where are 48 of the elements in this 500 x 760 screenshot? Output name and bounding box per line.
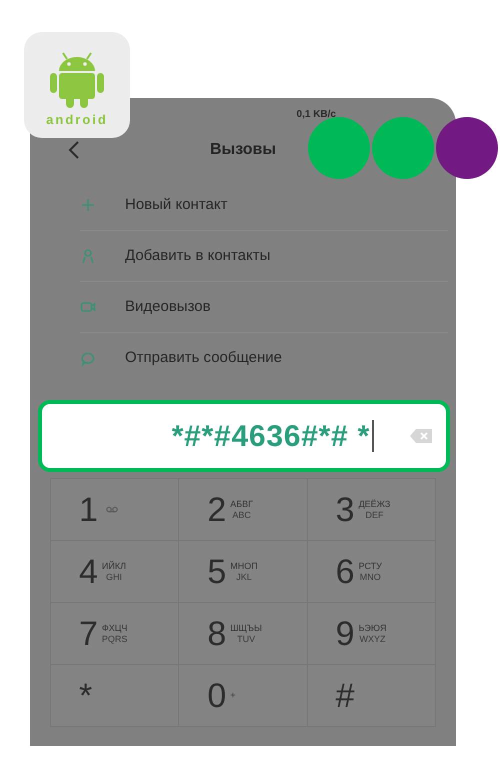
key-latin-letters: + [230, 690, 236, 701]
key-latin-letters: MNO [358, 572, 382, 582]
key-digit: 9 [336, 616, 355, 650]
menu-item[interactable]: Добавить в контакты [80, 231, 448, 282]
back-icon[interactable] [68, 140, 80, 160]
key-digit: 8 [207, 616, 226, 650]
dialed-number: *#*#4636#*# * [172, 418, 370, 454]
key-digit: 7 [79, 616, 98, 650]
key-letters: ШЩЪЫ [230, 622, 262, 634]
key-digit: * [79, 678, 92, 712]
menu-item[interactable]: Отправить сообщение [80, 333, 448, 384]
video-camera-icon [80, 299, 96, 315]
key-latin-letters: PQRS [102, 634, 128, 644]
key-latin-letters: WXYZ [358, 634, 386, 644]
key-latin-letters: GHI [104, 572, 123, 582]
key-letters: РСТУ [358, 560, 382, 572]
key-letters: ФХЦЧ [102, 622, 128, 634]
network-speed: 0,1 KB/c [296, 108, 336, 122]
logo-text: android [46, 112, 108, 126]
dial-key[interactable]: # [308, 665, 436, 727]
key-latin-letters: ABC [231, 510, 252, 520]
voicemail-icon [106, 506, 118, 513]
key-latin-letters: TUV [236, 634, 256, 644]
key-latin-letters: DEF [364, 510, 384, 520]
key-digit: 5 [207, 554, 226, 588]
speech-bubble-icon [80, 350, 96, 366]
key-digit: 6 [336, 554, 355, 588]
key-digit: 1 [79, 492, 98, 526]
menu-item[interactable]: Видеовызов [80, 282, 448, 333]
dial-input-field[interactable]: *#*#4636#*# * [38, 400, 450, 472]
plus-icon [80, 197, 96, 213]
key-digit: 3 [336, 492, 355, 526]
key-letters: ЬЭЮЯ [358, 622, 386, 634]
key-letters: ДЕЁЖЗ [358, 498, 390, 510]
key-digit: 0 [207, 678, 226, 712]
key-letters: ИЙКЛ [102, 560, 126, 572]
screen-title: Вызовы [210, 140, 276, 160]
person-icon [80, 248, 96, 264]
key-digit: # [336, 678, 355, 712]
key-digit: 4 [79, 554, 98, 588]
dial-key[interactable]: * [51, 665, 180, 727]
key-letters: МНОП [230, 560, 258, 572]
dial-key[interactable]: 1 [51, 479, 180, 541]
key-letters: АБВГ [230, 498, 254, 510]
key-digit: 2 [207, 492, 226, 526]
dial-key[interactable]: 0+ [179, 665, 308, 727]
key-latin-letters: JKL [235, 572, 253, 582]
menu-item[interactable]: Новый контакт [80, 180, 448, 231]
